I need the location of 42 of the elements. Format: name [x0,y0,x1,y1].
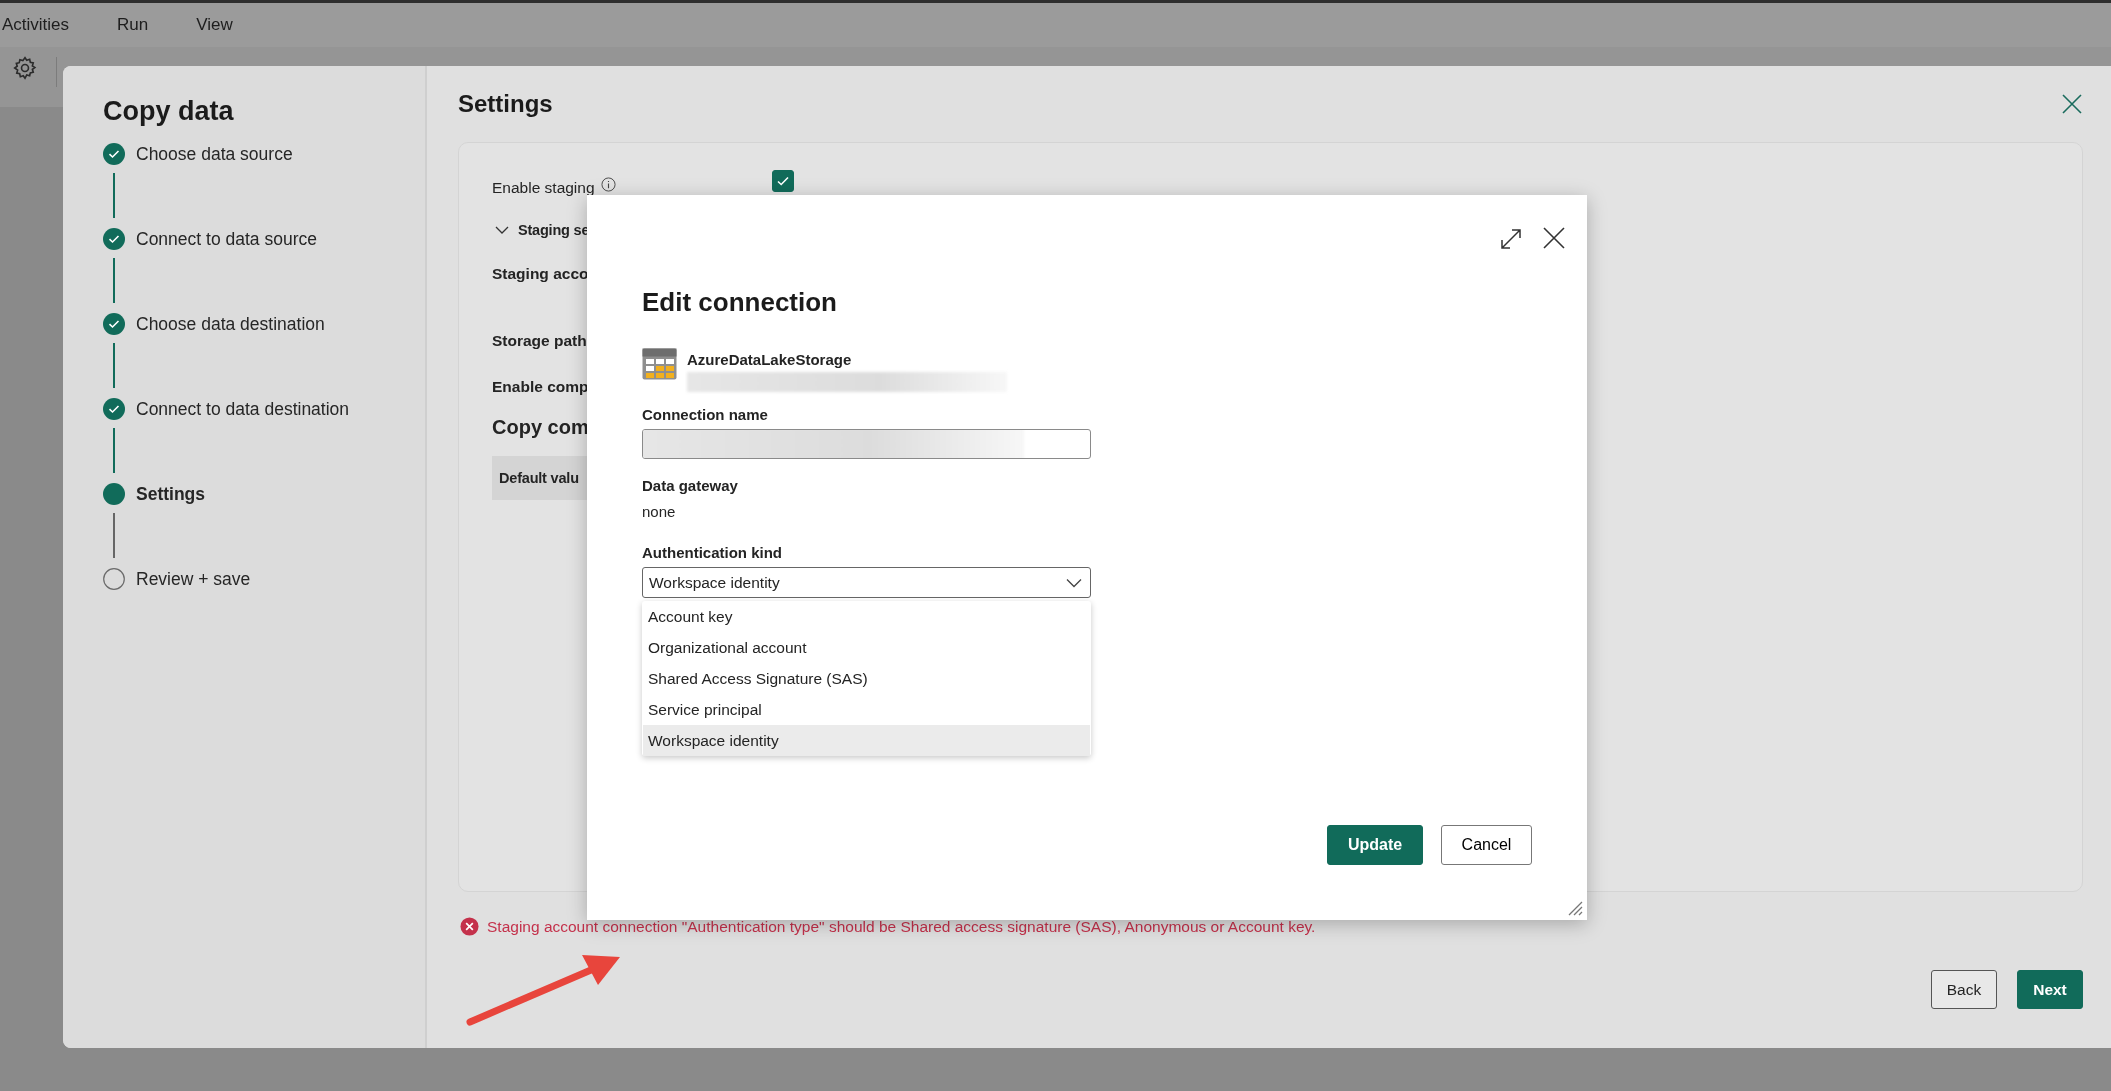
connector-name: AzureDataLakeStorage [687,351,853,368]
dropdown-option[interactable]: Account key [643,601,1090,632]
chevron-icon [1066,577,1082,588]
dropdown-option[interactable]: Organizational account [643,632,1090,663]
info-icon [600,176,616,192]
step-label[interactable]: Connect to data destination [136,398,350,420]
step-label[interactable]: Connect to data source [136,228,317,250]
field-label: Authentication kind [642,544,783,561]
step-label[interactable]: Choose data source [136,143,293,165]
field-label: Connection name [642,406,769,423]
error-message: Staging account connection "Authentication type" should be Shared access signature (SAS), Anonymous or Account key. [487,917,1316,936]
next-button[interactable]: Next [2017,970,2083,1009]
settings-icon[interactable] [12,55,38,81]
field-label: Storage path [492,332,587,350]
step-label[interactable]: Choose data destination [136,313,325,335]
wizard-title: Copy data [103,96,235,127]
update-button[interactable]: Update [1327,825,1423,865]
checkbox[interactable] [771,170,794,192]
field-value: none [642,503,677,520]
field-label: Enable comp [492,378,589,396]
field-label: Enable staging [492,179,595,197]
step-label[interactable]: Settings [136,483,206,505]
error-icon [460,917,479,936]
dropdown-option[interactable]: Workspace identity [643,725,1090,756]
dropdown-option[interactable]: Service principal [643,694,1090,725]
dialog-title: Edit connection [642,287,838,318]
menu-item[interactable]: Run [117,15,171,35]
dropdown-option[interactable]: Shared Access Signature (SAS) [643,663,1090,694]
page-title: Settings [458,90,553,118]
cancel-button[interactable]: Cancel [1441,825,1532,865]
expand-icon[interactable] [1499,227,1523,251]
step-label[interactable]: Review + save [136,568,251,590]
table-icon [642,348,677,380]
menu-item[interactable]: Activities [2,15,92,35]
dropdown[interactable]: Workspace identity [642,567,1091,598]
menu-item[interactable]: View [196,15,255,35]
section-heading: Copy com [492,415,589,439]
field-label: Data gateway [642,477,739,494]
back-button[interactable]: Back [1931,970,1997,1009]
tab[interactable]: Default valu [492,456,588,500]
close-icon[interactable] [1543,227,1565,249]
field-label: Staging acco [492,265,589,283]
